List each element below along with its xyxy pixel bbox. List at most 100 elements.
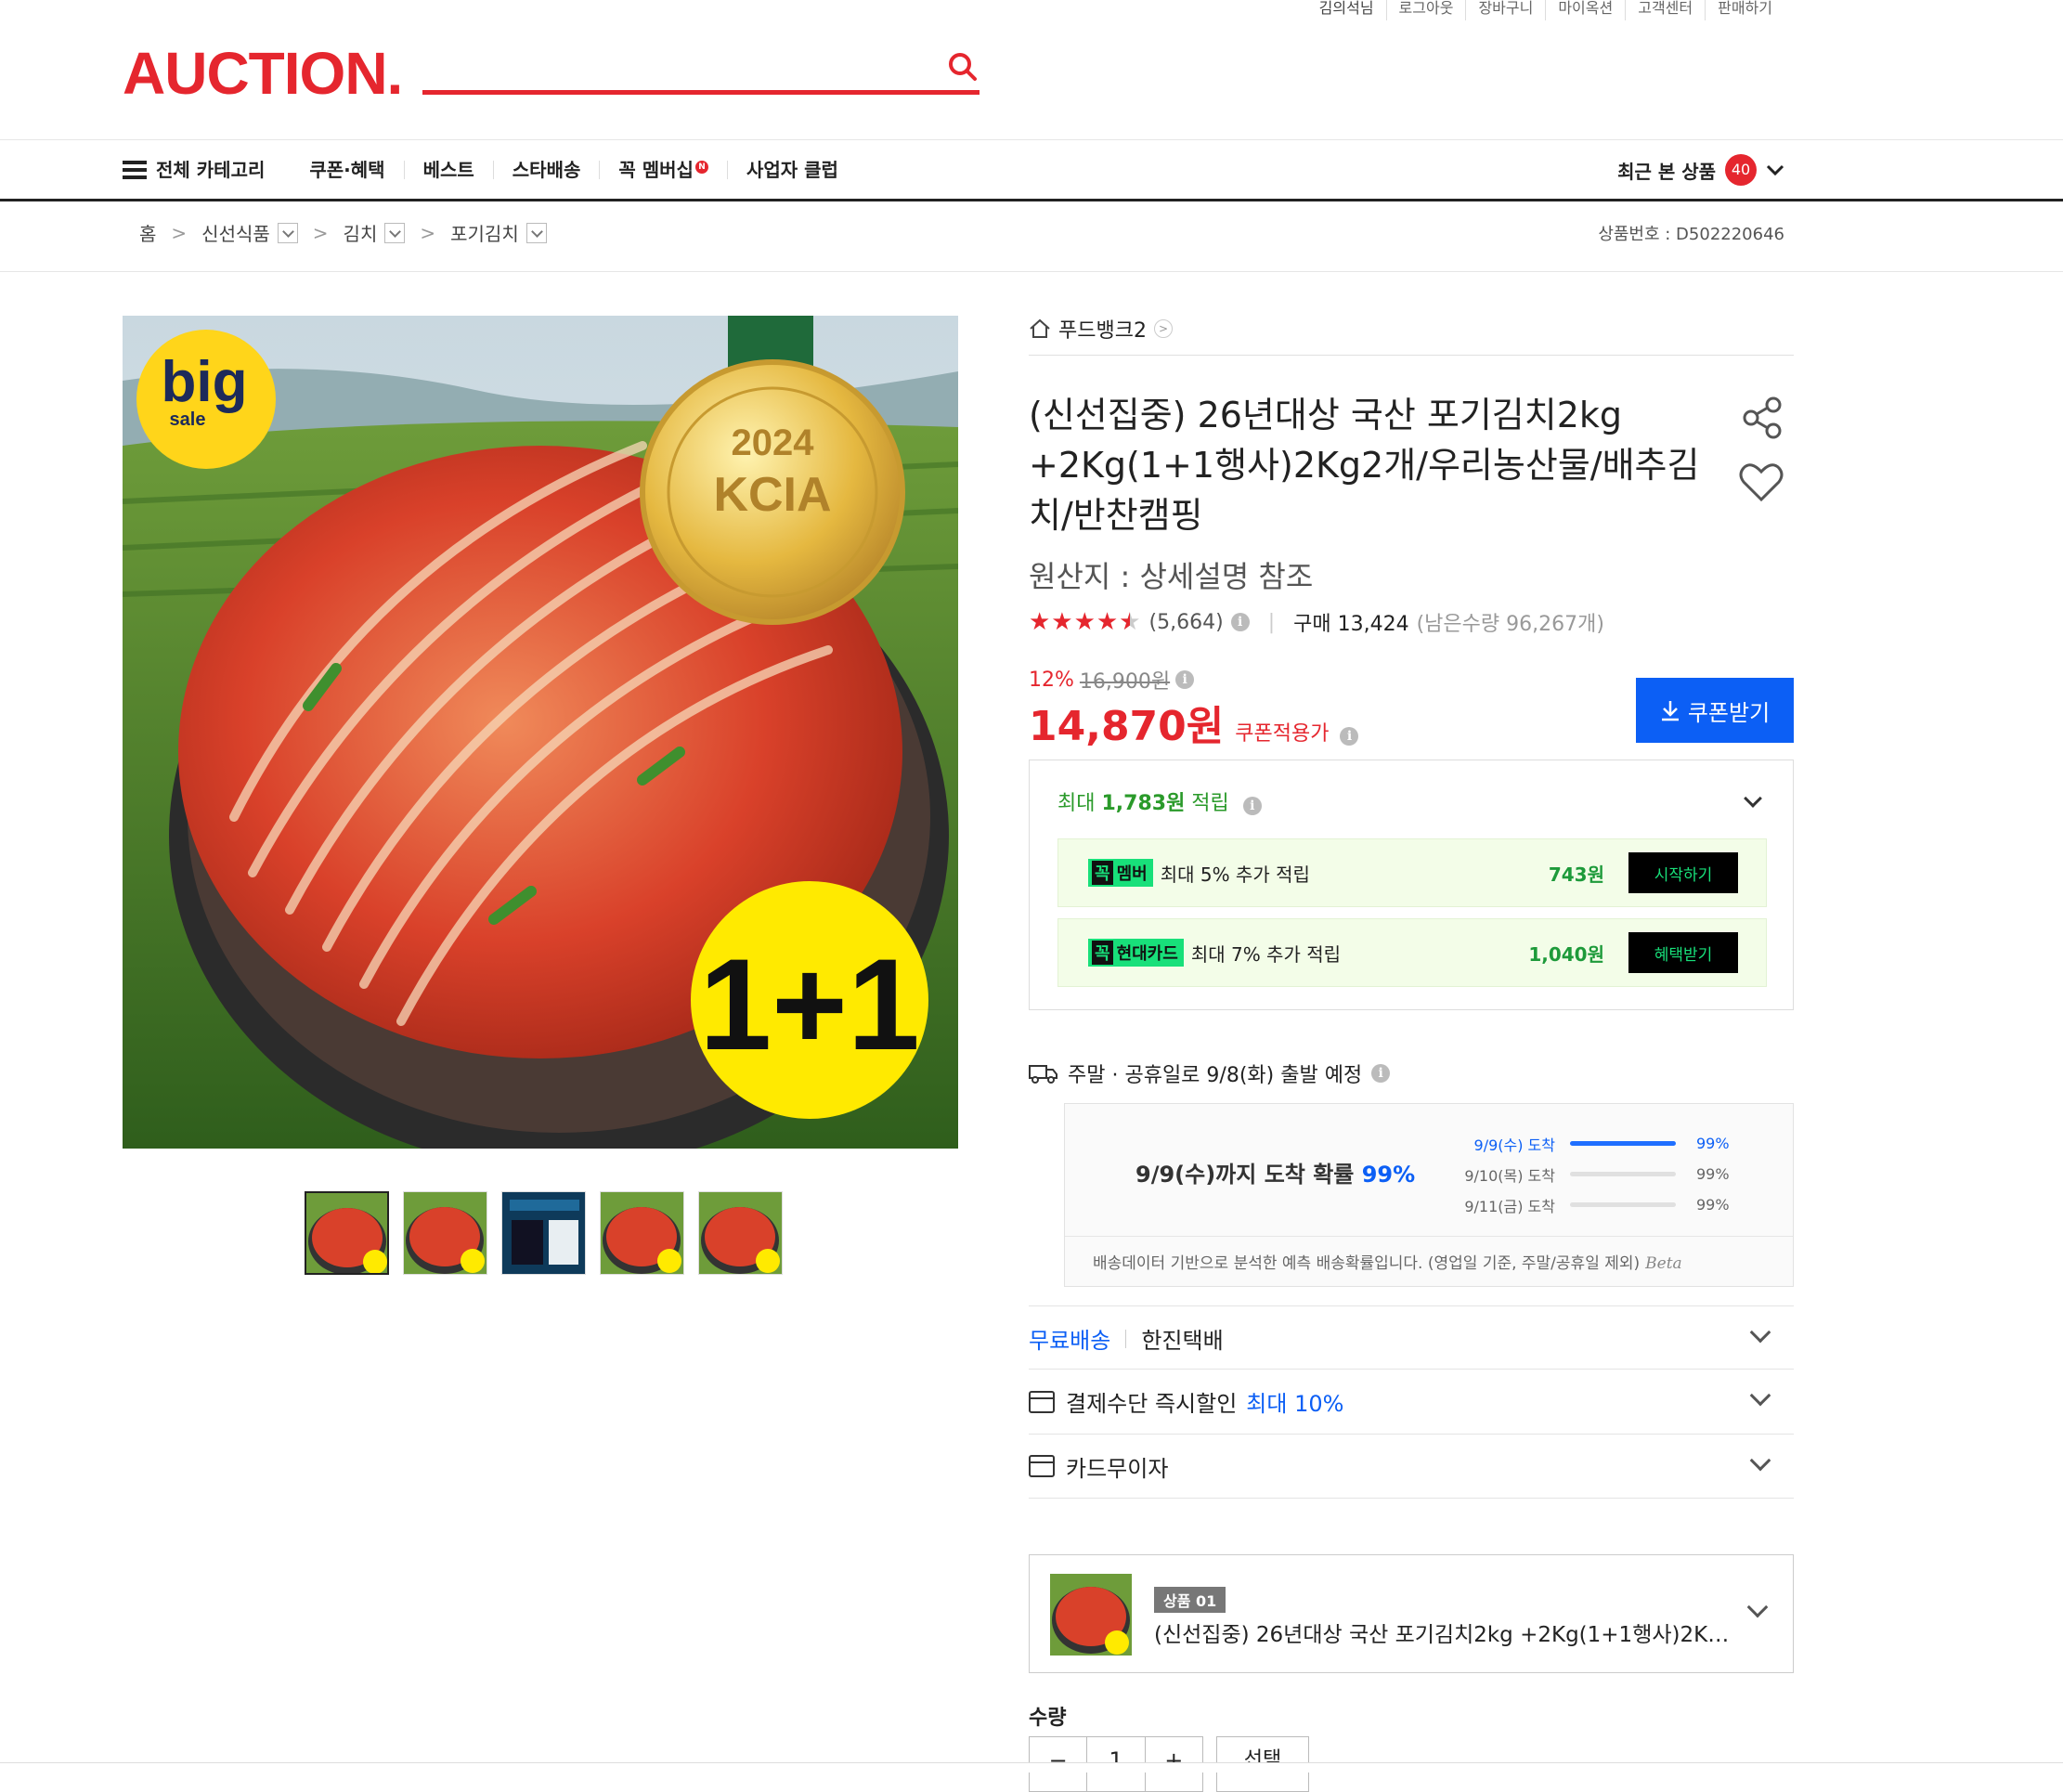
- share-icon[interactable]: [1740, 396, 1784, 440]
- chevron-down-icon: [1749, 1321, 1771, 1344]
- delivery-pct: 99%: [1696, 1196, 1730, 1214]
- heart-icon[interactable]: [1738, 461, 1784, 503]
- medal-text: KCIA: [713, 468, 831, 522]
- quantity-label: 수량: [1029, 1707, 1067, 1730]
- thumbnail[interactable]: [600, 1191, 684, 1275]
- get-coupon-button[interactable]: 쿠폰받기: [1636, 678, 1794, 743]
- recent-products[interactable]: 최근 본 상품 40: [1617, 154, 1784, 186]
- delivery-date: 9/11(금) 도착: [1464, 1197, 1555, 1215]
- chevron-down-icon: [1749, 1449, 1771, 1472]
- nav-coupon[interactable]: 쿠폰·혜택: [291, 161, 403, 179]
- product-number: 상품번호 : D502220646: [1598, 225, 1784, 244]
- info-icon[interactable]: i: [1340, 727, 1359, 746]
- delivery-line: 9/11(금) 도착 99%: [1453, 1189, 1730, 1220]
- delivery-date: 9/9(수) 도착: [1473, 1136, 1555, 1154]
- one-plus-one-badge: 1+1: [699, 931, 919, 1077]
- info-icon[interactable]: i: [1175, 670, 1195, 689]
- dropdown-icon[interactable]: [277, 222, 298, 243]
- logout-link[interactable]: 로그아웃: [1385, 0, 1466, 20]
- recent-count-badge: 40: [1725, 154, 1757, 186]
- nav-business-club[interactable]: 사업자 클럽: [726, 161, 857, 179]
- dropdown-icon[interactable]: [384, 222, 406, 243]
- breadcrumb-item[interactable]: 김치: [344, 219, 378, 246]
- card-installment-accordion[interactable]: 카드무이자: [1029, 1434, 1794, 1499]
- sale-price: 14,870원: [1029, 703, 1225, 750]
- rating-row: ★★★★★★ (5,664) i | 구매 13,424 (남은수량 96,26…: [1029, 608, 1604, 636]
- membership-tag: 꼭 멤버: [1088, 859, 1153, 887]
- search-icon[interactable]: [946, 50, 980, 84]
- breadcrumb: 홈 > 신선식품 > 김치 > 포기김치: [139, 219, 547, 246]
- nav-best[interactable]: 베스트: [403, 161, 493, 179]
- purchase-count: 구매 13,424: [1293, 613, 1409, 636]
- breadcrumb-item[interactable]: 신선식품: [201, 219, 270, 246]
- delivery-pct: 99%: [1696, 1135, 1730, 1152]
- price-label: 쿠폰적용가: [1235, 722, 1330, 746]
- seller-link[interactable]: 푸드뱅크2 >: [1029, 314, 1794, 344]
- delivery-note: 배송데이터 기반으로 분석한 예측 배송확률입니다. (영업일 기준, 주말/공…: [1065, 1236, 1793, 1273]
- start-membership-button[interactable]: 시작하기: [1628, 852, 1738, 893]
- auction-logo[interactable]: AUCTION.: [123, 39, 403, 108]
- stock-count: (남은수량 96,267개): [1416, 613, 1604, 636]
- option-select[interactable]: 상품 01 (신선집중) 26년대상 국산 포기김치2kg +2Kg(1+1행사…: [1029, 1554, 1794, 1673]
- probability-bar: [1570, 1202, 1676, 1207]
- search-bar[interactable]: [422, 46, 980, 95]
- info-icon[interactable]: i: [1371, 1064, 1391, 1083]
- info-icon[interactable]: i: [1230, 613, 1250, 631]
- option-badge: 상품 01: [1154, 1587, 1226, 1613]
- sell-link[interactable]: 판매하기: [1705, 0, 1784, 20]
- delivery-line: 9/9(수) 도착 99%: [1453, 1128, 1730, 1159]
- chevron-down-icon[interactable]: [1744, 789, 1762, 808]
- my-auction-link[interactable]: 마이옥션: [1545, 0, 1625, 20]
- dropdown-icon[interactable]: [525, 222, 547, 243]
- truck-icon: [1029, 1065, 1057, 1084]
- delivery-lines: 9/9(수) 도착 99% 9/10(목) 도착 99% 9/11(금) 도착 99%: [1453, 1128, 1730, 1220]
- free-shipping-label: 무료배송: [1029, 1328, 1111, 1354]
- thumbnail-strip: [305, 1191, 783, 1275]
- discount-percent: 12%: [1029, 668, 1074, 692]
- svg-text:sale: sale: [170, 409, 206, 430]
- get-benefit-button[interactable]: 혜택받기: [1628, 932, 1738, 973]
- chevron-down-icon: [1749, 1384, 1771, 1407]
- hyundai-card-tag: 꼭 현대카드: [1088, 939, 1184, 967]
- thumbnail[interactable]: [403, 1191, 487, 1275]
- delivery-date: 9/10(목) 도착: [1464, 1166, 1555, 1185]
- reward-box: 최대 1,783원 적립 i 꼭 멤버 최대 5% 추가 적립 743원 시작하기…: [1029, 760, 1794, 1010]
- thumbnail[interactable]: [698, 1191, 783, 1275]
- nav-membership[interactable]: 꼭 멤버십 N: [599, 161, 727, 179]
- review-count[interactable]: (5,664): [1149, 611, 1224, 634]
- download-icon: [1661, 701, 1679, 721]
- product-main-image[interactable]: 2024 KCIA big sale 1+1: [123, 316, 958, 1149]
- reward-header[interactable]: 최대 1,783원 적립 i: [1057, 786, 1262, 816]
- probability-bar: [1570, 1141, 1676, 1146]
- medal-year: 2024: [732, 422, 815, 463]
- breadcrumb-item[interactable]: 포기김치: [450, 219, 519, 246]
- chevron-right-icon: >: [1153, 319, 1173, 338]
- customer-center-link[interactable]: 고객센터: [1625, 0, 1705, 20]
- kimchi-image: 2024 KCIA big sale 1+1: [123, 316, 958, 1149]
- product-title: (신선집중) 26년대상 국산 포기김치2kg +2Kg(1+1행사)2Kg2개…: [1029, 395, 1700, 536]
- star-rating: ★★★★★★: [1029, 608, 1142, 636]
- chevron-down-icon: [1746, 1596, 1769, 1618]
- shipping-accordion[interactable]: 무료배송 한진택배: [1029, 1305, 1794, 1370]
- origin-info: 원산지 : 상세설명 참조: [1029, 559, 1314, 594]
- chevron-down-icon: [1766, 164, 1784, 176]
- shipping-info: 주말 · 공휴일로 9/8(화) 출발 예정 i: [1029, 1058, 1794, 1088]
- nav-star-delivery[interactable]: 스타배송: [492, 161, 600, 179]
- user-name-link[interactable]: 김의석님: [1307, 0, 1386, 20]
- thumbnail[interactable]: [305, 1191, 389, 1275]
- probability-bar: [1570, 1172, 1676, 1176]
- delivery-probability: 9/9(수)까지 도착 확률 99%: [1135, 1162, 1416, 1188]
- breadcrumb-home[interactable]: 홈: [139, 219, 156, 246]
- courier-label: 한진택배: [1141, 1328, 1224, 1354]
- new-badge: N: [694, 161, 708, 174]
- home-icon: [1030, 318, 1050, 338]
- payment-icon: [1029, 1390, 1055, 1413]
- info-icon[interactable]: i: [1242, 797, 1262, 815]
- all-category-button[interactable]: 전체 카테고리: [123, 161, 291, 179]
- payment-discount-accordion[interactable]: 결제수단 즉시할인 최대 10%: [1029, 1369, 1794, 1434]
- original-price: 16,900원: [1079, 670, 1171, 694]
- cart-link[interactable]: 장바구니: [1465, 0, 1545, 20]
- main-nav: 전체 카테고리 쿠폰·혜택 베스트 스타배송 꼭 멤버십 N 사업자 클럽: [123, 139, 857, 201]
- option-thumbnail: [1050, 1574, 1132, 1656]
- thumbnail[interactable]: [501, 1191, 586, 1275]
